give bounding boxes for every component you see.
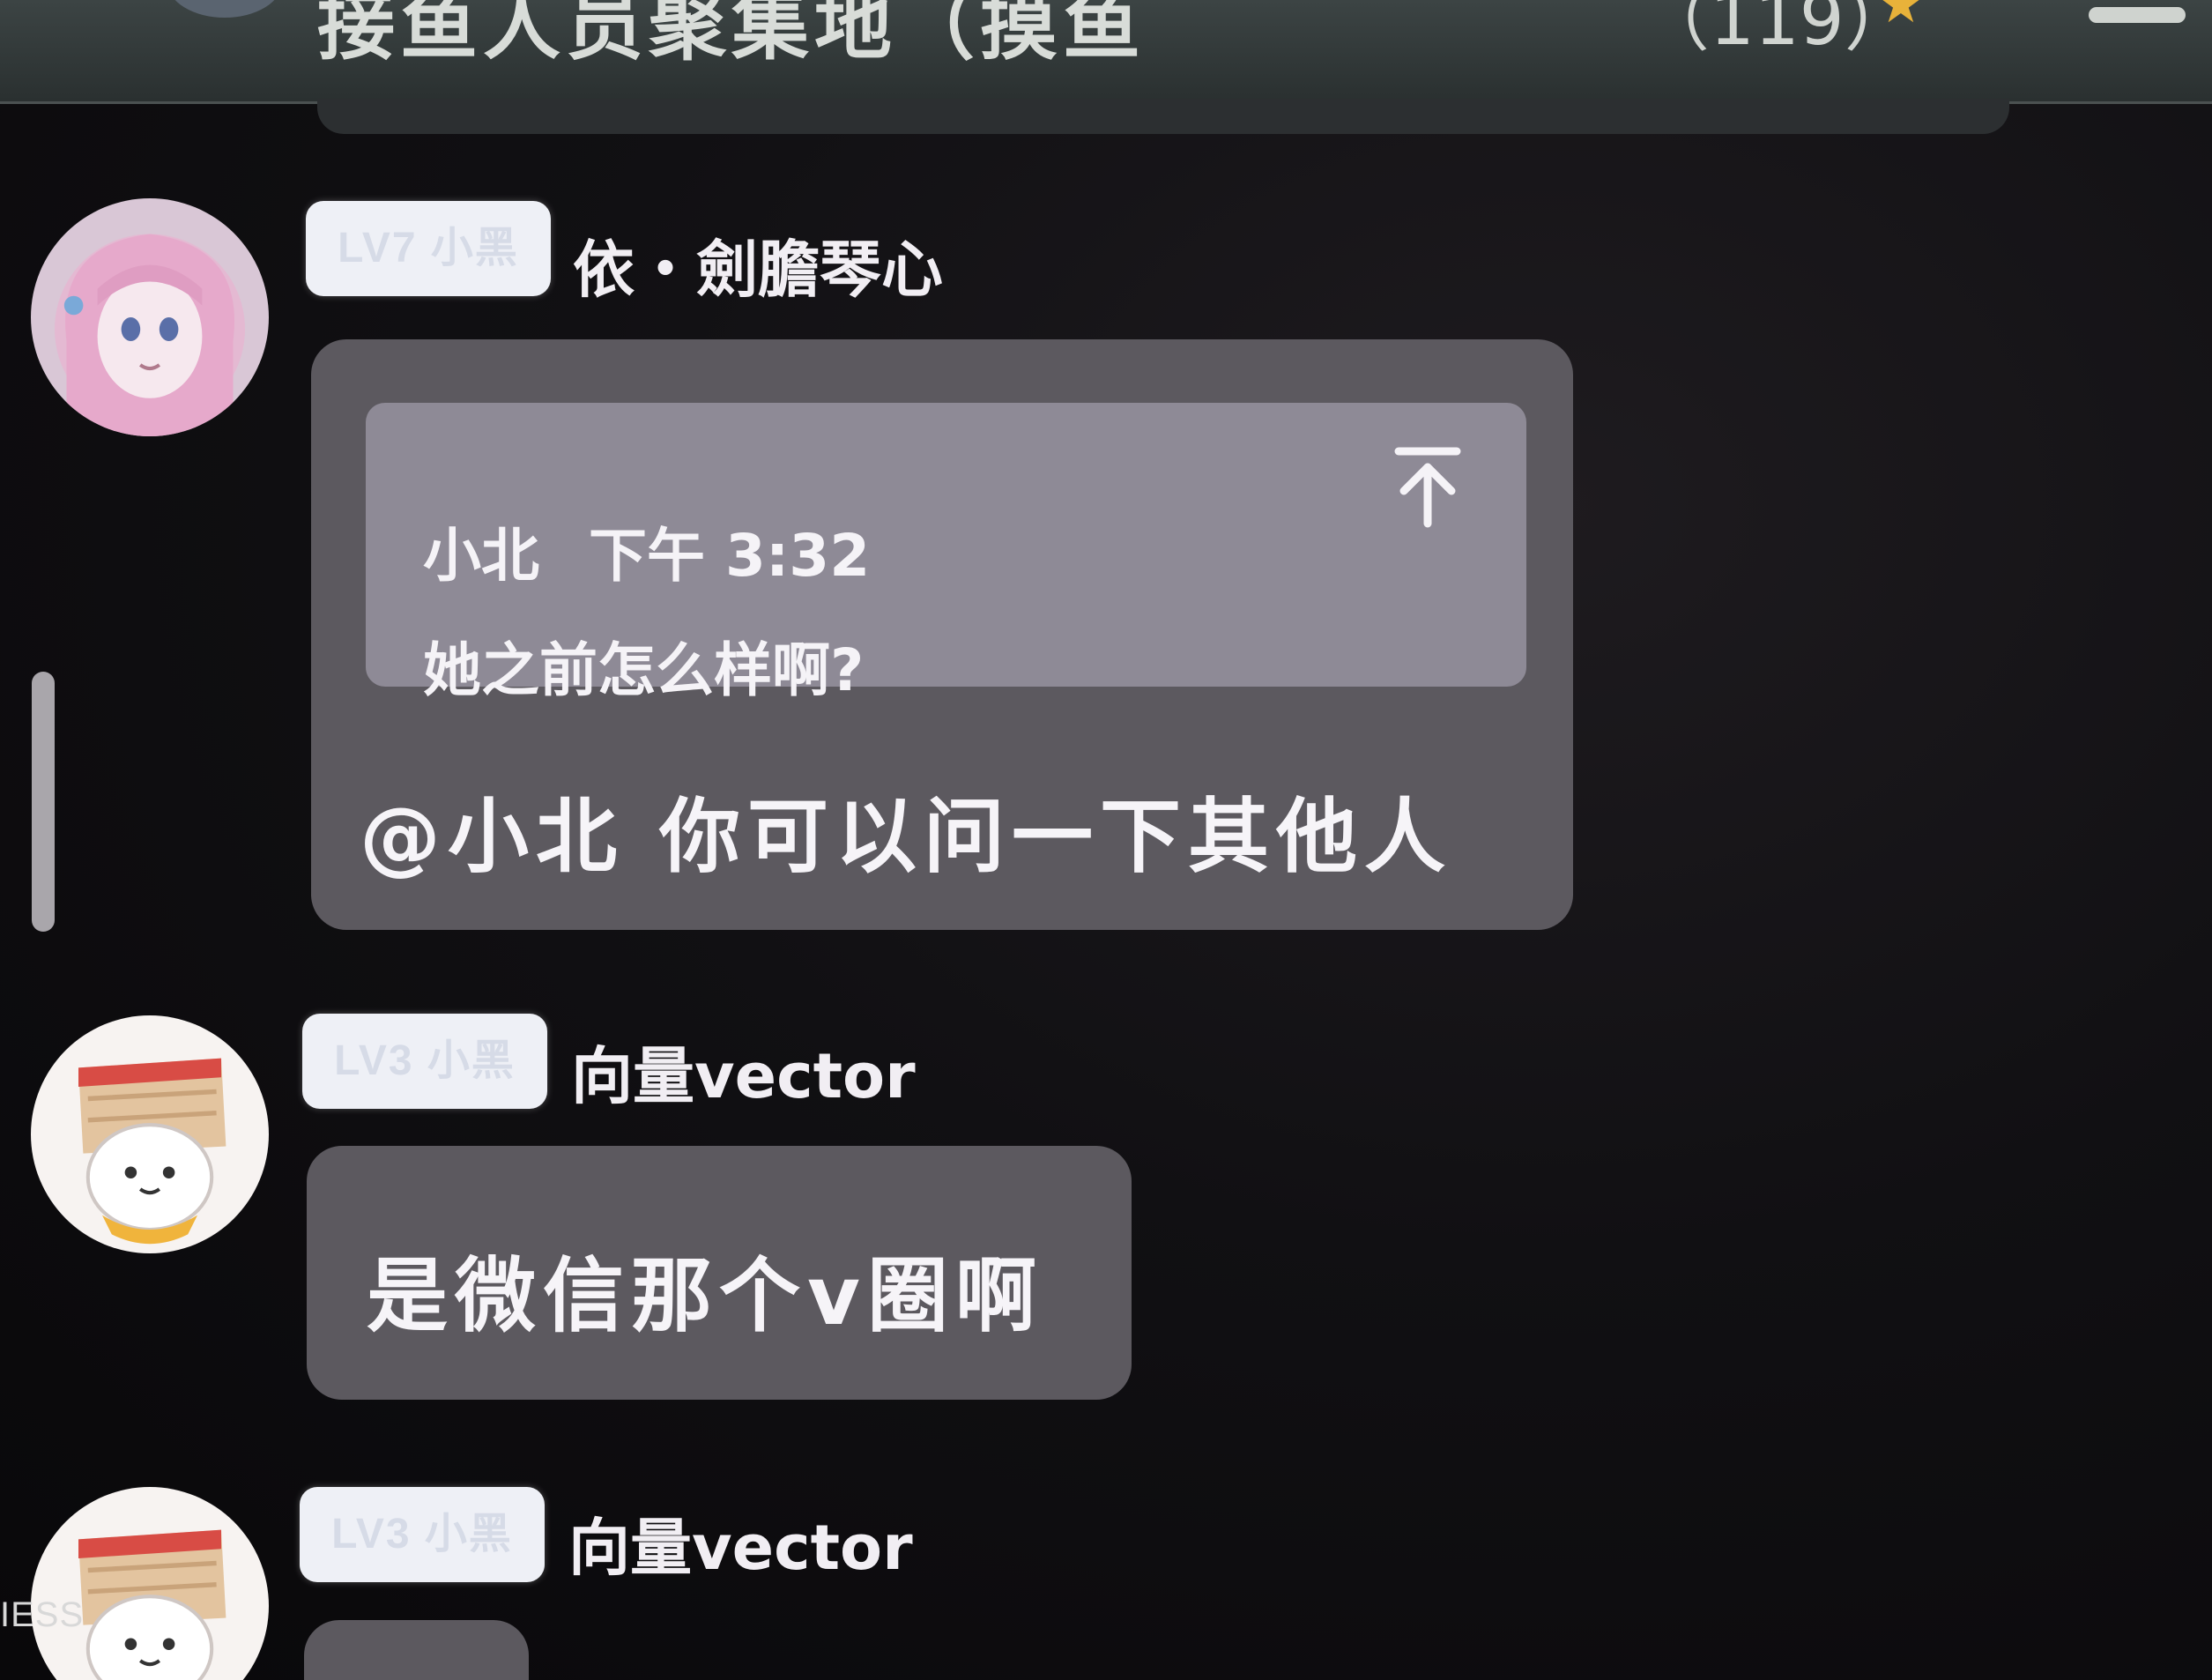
message-text: 是微信那个v圈啊	[367, 1249, 1043, 1343]
quote-text: 她之前怎么样啊?	[423, 636, 865, 704]
menu-icon[interactable]	[2089, 7, 2186, 23]
level-badge: LV3 小黑	[302, 1014, 547, 1109]
bread-cat-avatar[interactable]	[31, 1015, 269, 1253]
chat-header: 接鱼人员聚集地（摸鱼 （119） ★	[0, 0, 2212, 104]
message-bubble[interactable]	[304, 1620, 529, 1680]
star-icon[interactable]: ★	[1877, 0, 1925, 35]
username[interactable]: 向量vector	[571, 1027, 916, 1116]
username[interactable]: 依・劍膽琴心	[573, 220, 943, 309]
message-bubble[interactable]: 小北 下午 3:32 她之前怎么样啊? @小北 你可以问一下其他人	[311, 339, 1573, 930]
quote-author: 小北	[423, 522, 539, 590]
group-title[interactable]: 接鱼人员聚集地（摸鱼	[317, 0, 1146, 75]
quoted-message[interactable]: 小北 下午 3:32 她之前怎么样啊?	[366, 403, 1526, 704]
watermark-text: IESS	[0, 1595, 85, 1634]
bread-cat-avatar[interactable]	[31, 1487, 269, 1680]
chat-screen: 接鱼人员聚集地（摸鱼 （119） ★ LV7 小黑 依・劍膽琴心 小北 下午 3…	[0, 0, 2212, 1680]
username[interactable]: 向量vector	[568, 1498, 913, 1587]
jump-to-top-icon[interactable]	[1388, 442, 1467, 531]
member-count: （119）	[1639, 0, 1915, 61]
message-bubble[interactable]: 是微信那个v圈啊	[307, 1146, 1132, 1400]
group-avatar[interactable]	[167, 0, 282, 18]
pinned-bar[interactable]	[317, 99, 2009, 134]
pink-hair-girl-avatar[interactable]	[31, 198, 269, 436]
scrollbar[interactable]	[32, 672, 55, 932]
level-badge: LV7 小黑	[306, 201, 551, 296]
quote-time: 下午 3:32	[589, 522, 871, 590]
message-text: @小北 你可以问一下其他人	[360, 790, 1453, 884]
level-badge: LV3 小黑	[300, 1487, 545, 1582]
